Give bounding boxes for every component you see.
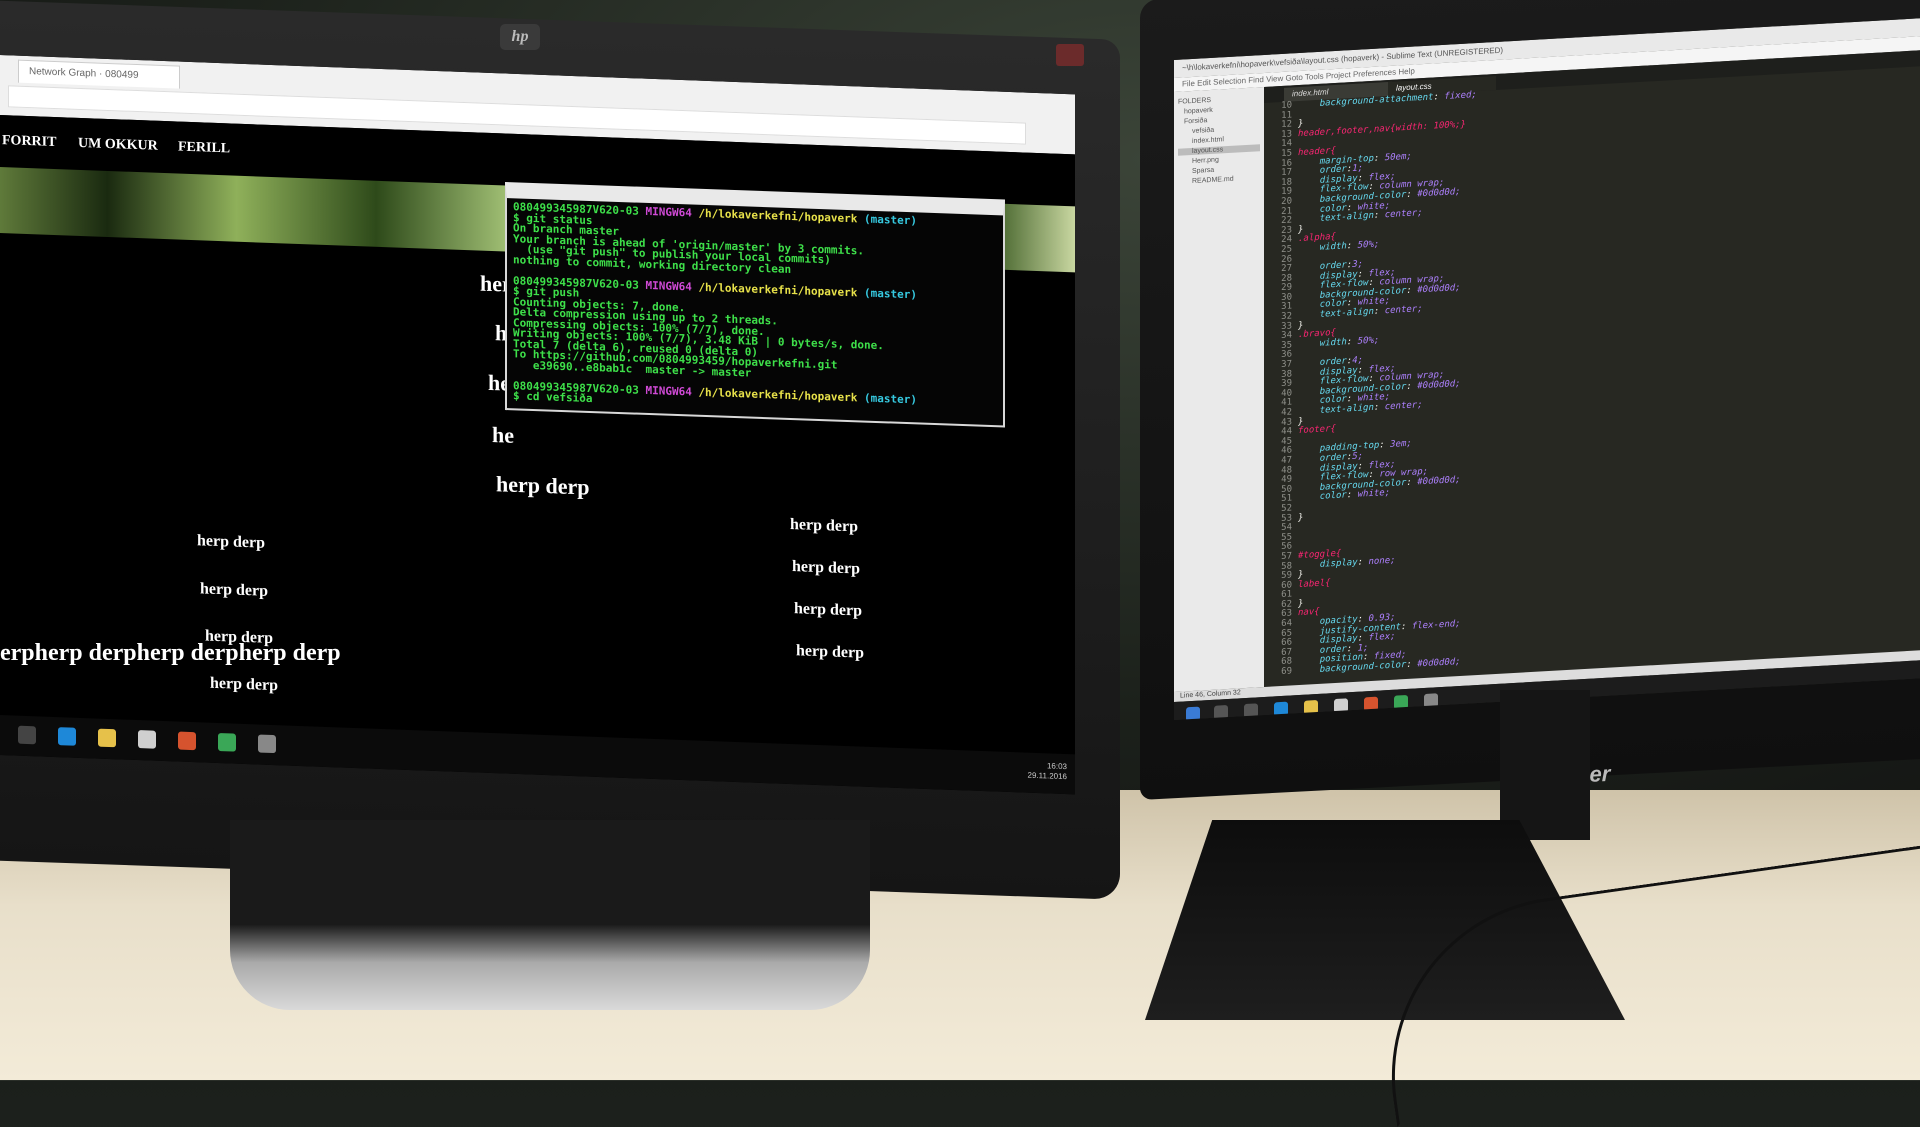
git-bash-terminal[interactable]: 080499345987V620-03 MINGW64 /h/lokaverke… [505,182,1005,428]
herp-heading: herp derp [496,471,590,500]
menu-item[interactable]: View [1266,74,1285,84]
monitor-badge-icon [1056,44,1084,66]
taskbar-clock[interactable]: 16:03 29.11.2016 [1028,761,1067,782]
edge-icon[interactable] [58,727,76,746]
css-value: #0d0d0d; [1417,186,1461,200]
css-property: width [1319,241,1347,253]
menu-item[interactable]: Selection [1213,76,1248,87]
sidebar-item[interactable]: README.md [1178,174,1260,186]
herp-text: herp derp [210,674,278,695]
menu-item[interactable]: File [1182,79,1197,89]
right-monitor-neck [1500,690,1590,840]
line-number: 69 [1281,666,1292,678]
herp-text: herp derp [792,558,860,578]
editor-sidebar: FOLDERS hopaverk Forsiða vefsiða index.html l… [1174,86,1264,693]
git-icon[interactable] [178,731,196,751]
menu-item[interactable]: Help [1398,67,1414,77]
css-value: flex; [1368,631,1396,644]
herp-text: herp derp [796,642,864,662]
line-numbers: 10 11 12 13 14 15 16 17 18 19 20 21 22 23 24 25 26 27 28 29… [1264,100,1292,683]
hp-logo: hp [500,24,540,50]
css-value: #0d0d0d; [1417,657,1461,670]
herp-text: herp derp [200,580,268,600]
menu-item[interactable]: Find [1248,75,1266,85]
left-monitor-stand [230,820,870,1010]
css-value: #0d0d0d; [1417,474,1461,488]
menu-item[interactable]: Project [1326,70,1353,80]
windows-start-icon[interactable] [1186,706,1200,721]
css-value: 50em; [1384,151,1412,163]
nav-link-ferill[interactable]: FERILL [178,140,230,158]
css-value: 50%; [1357,335,1380,347]
prompt-segment: (master) [864,391,917,406]
css-value: 3em; [1390,439,1412,451]
store-icon[interactable] [138,730,156,749]
footer-text: erpherp derpherp derpherp derp [0,640,341,666]
code-editor[interactable]: background-attachment: fixed; } header,fo… [1298,66,1918,681]
prompt-segment: MINGW64 [645,278,699,294]
menu-item[interactable]: Preferences [1353,67,1398,79]
clock-date: 29.11.2016 [1027,770,1067,782]
prompt-segment: MINGW64 [645,204,699,220]
browser-tab[interactable]: Network Graph · 080499 [18,59,180,89]
css-value: #0d0d0d; [1417,378,1461,392]
nav-link-um-okkur[interactable]: UM OKKUR [78,136,158,155]
left-screen: Network Graph · 080499 FORRIT UM OKKUR F… [0,55,1075,795]
css-property: width [1319,337,1347,349]
file-explorer-icon[interactable] [98,728,116,748]
menu-item[interactable]: Edit [1197,78,1213,88]
herp-text: herp derp [794,600,862,620]
css-value: center; [1384,304,1423,317]
prompt-segment: MINGW64 [645,383,699,399]
herp-text: herp derp [790,515,858,536]
menu-item[interactable]: Tools [1305,72,1326,82]
css-value: none; [1368,555,1396,567]
prompt-segment: (master) [864,286,917,301]
menu-item[interactable]: Goto [1286,73,1305,83]
task-view-icon[interactable] [18,725,36,745]
terminal-app-icon[interactable] [258,734,276,754]
prompt-segment: (master) [864,212,917,228]
nav-link-forrit[interactable]: FORRIT [2,133,56,151]
herp-heading: he [492,422,514,448]
css-property: display [1319,557,1358,570]
css-value: fixed; [1444,90,1477,102]
css-property: color [1319,490,1347,503]
css-value: 5; [1352,451,1364,463]
css-value: center; [1384,208,1423,221]
chrome-icon[interactable] [218,732,236,752]
left-monitor: hp Network Graph · 080499 FORRIT UM OKKU… [0,0,1122,900]
css-value: center; [1384,400,1423,413]
herp-text: herp derp [197,532,265,552]
right-screen: ~\h\lokaverkefni\hopaverk\vefsiða\layout… [1174,17,1920,721]
css-value: white; [1357,488,1391,501]
css-value: 50%; [1357,239,1380,251]
